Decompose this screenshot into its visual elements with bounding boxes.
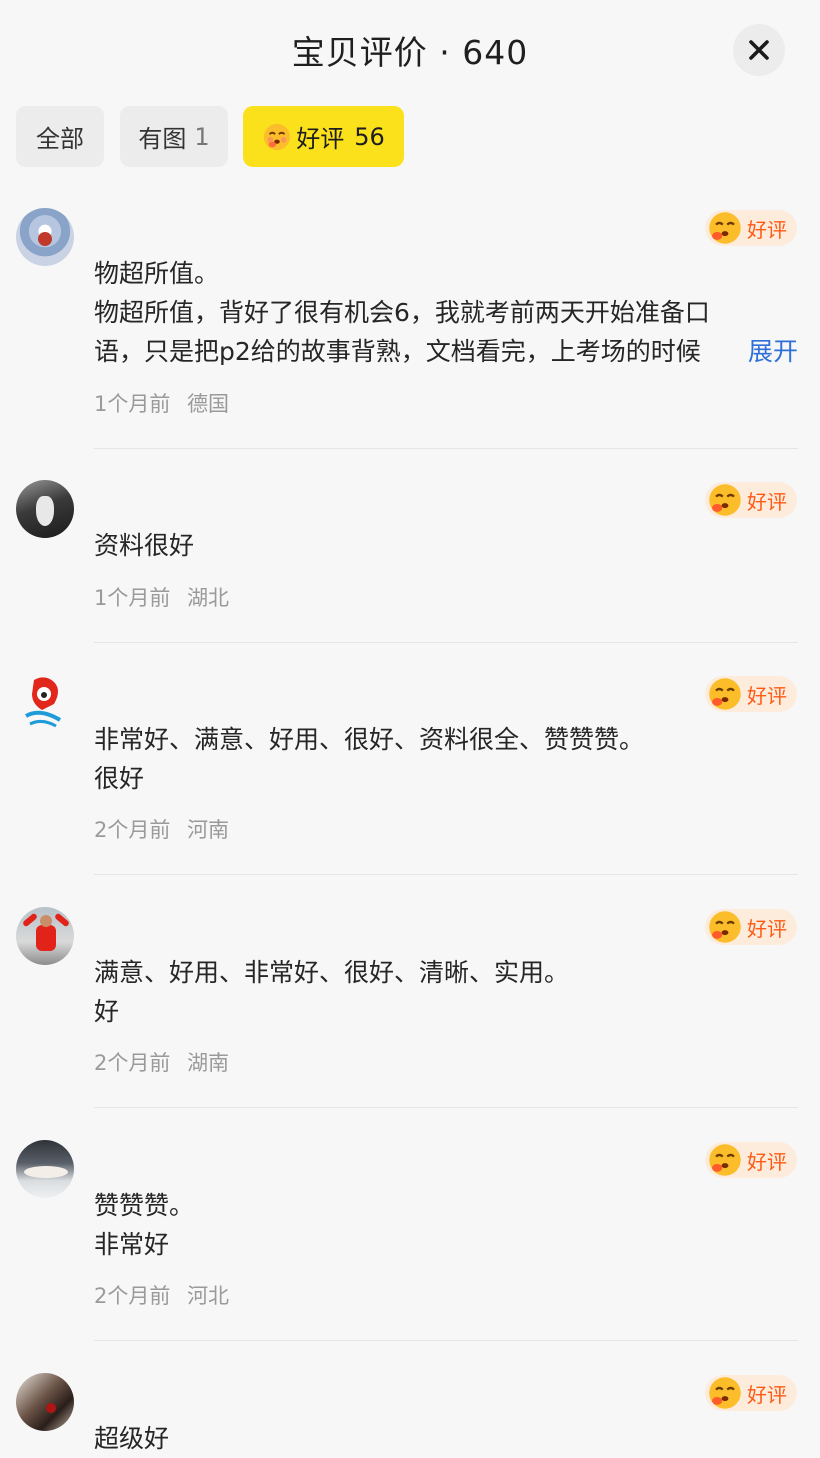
tab-positive[interactable]: 好评 56 <box>243 106 404 167</box>
review-time: 2个月前 <box>94 818 171 842</box>
smiling-face-icon <box>709 1377 741 1409</box>
smiling-face-icon <box>709 911 741 943</box>
review-meta: 2个月前 湖南 <box>94 1047 229 1077</box>
avatar[interactable] <box>16 1373 74 1431</box>
review-line: 资料很好 <box>94 531 195 560</box>
review-line: 物超所值，背好了很有机会6，我就考前两天开始准备口 <box>94 298 710 327</box>
avatar[interactable] <box>16 208 74 266</box>
review-time: 2个月前 <box>94 1051 171 1075</box>
header: 宝贝评价 · 640 <box>0 0 820 96</box>
avatar[interactable] <box>16 480 74 538</box>
review-line: 非常好 <box>94 1230 170 1259</box>
avatar[interactable] <box>16 674 74 732</box>
review-line: 超级好 <box>94 1424 170 1453</box>
review-meta: 2个月前 河北 <box>94 1280 229 1310</box>
expand-link[interactable]: 展开 <box>746 332 798 371</box>
review-location: 河北 <box>187 1284 230 1308</box>
review-item: 好评 物超所值。 物超所值，背好了很有机会6，我就考前两天开始准备口 语，只是把… <box>0 208 820 449</box>
review-line: 好 <box>94 997 120 1026</box>
review-line: 物超所值。 <box>94 259 220 288</box>
review-line: 非常好、满意、好用、很好、资料很全、赞赞赞。 <box>94 725 645 754</box>
positive-badge: 好评 <box>705 1142 797 1178</box>
review-location: 湖北 <box>187 586 230 610</box>
tab-label: 有图 <box>138 125 187 153</box>
review-item: 好评 非常好、满意、好用、很好、资料很全、赞赞赞。 很好 2个月前 河南 <box>0 674 820 875</box>
review-item: 好评 赞赞赞。 非常好 2个月前 河北 <box>0 1140 820 1341</box>
review-line: 很好 <box>94 764 145 793</box>
tab-with-images[interactable]: 有图 1 <box>120 106 228 167</box>
avatar[interactable] <box>16 907 74 965</box>
badge-label: 好评 <box>747 1149 787 1174</box>
review-meta: 1个月前 德国 <box>94 388 229 418</box>
tab-all[interactable]: 全部 <box>16 106 104 167</box>
badge-label: 好评 <box>747 916 787 941</box>
review-item: 好评 资料很好 1个月前 湖北 <box>0 480 820 643</box>
close-icon <box>749 40 769 60</box>
review-text: 满意、好用、非常好、很好、清晰、实用。 好 <box>94 953 798 1031</box>
review-line: 语，只是把p2给的故事背熟，文档看完，上考场的时候 <box>94 337 701 366</box>
review-item: 好评 超级好 <box>0 1373 820 1458</box>
review-item: 好评 满意、好用、非常好、很好、清晰、实用。 好 2个月前 湖南 <box>0 907 820 1108</box>
divider <box>94 642 798 643</box>
review-time: 1个月前 <box>94 586 171 610</box>
review-location: 德国 <box>187 392 230 416</box>
tab-label: 好评 <box>296 125 345 153</box>
divider <box>94 874 798 875</box>
divider <box>94 448 798 449</box>
positive-badge: 好评 <box>705 482 797 518</box>
review-line: 满意、好用、非常好、很好、清晰、实用。 <box>94 958 570 987</box>
review-text: 资料很好 <box>94 526 798 565</box>
review-text: 赞赞赞。 非常好 <box>94 1186 798 1264</box>
positive-badge: 好评 <box>705 676 797 712</box>
smiling-face-icon <box>709 212 741 244</box>
mascot-icon <box>25 677 62 728</box>
divider <box>94 1340 798 1341</box>
positive-badge: 好评 <box>705 1375 797 1411</box>
smiling-face-icon <box>709 678 741 710</box>
positive-badge: 好评 <box>705 909 797 945</box>
avatar[interactable] <box>16 1140 74 1198</box>
review-text: 物超所值。 物超所值，背好了很有机会6，我就考前两天开始准备口 语，只是把p2给… <box>94 254 798 371</box>
review-time: 2个月前 <box>94 1284 171 1308</box>
review-time: 1个月前 <box>94 392 171 416</box>
badge-label: 好评 <box>747 683 787 708</box>
smiling-face-icon <box>709 484 741 516</box>
badge-label: 好评 <box>747 217 787 242</box>
tab-label: 全部 <box>36 125 84 153</box>
tab-count: 1 <box>194 122 210 151</box>
review-meta: 2个月前 河南 <box>94 814 229 844</box>
review-location: 湖南 <box>187 1051 230 1075</box>
smiling-face-icon <box>264 123 291 150</box>
tab-count: 56 <box>354 122 385 151</box>
positive-badge: 好评 <box>705 210 797 246</box>
divider <box>94 1107 798 1108</box>
close-button[interactable] <box>733 24 785 76</box>
badge-label: 好评 <box>747 1382 787 1407</box>
review-text: 超级好 <box>94 1419 798 1458</box>
badge-label: 好评 <box>747 489 787 514</box>
review-location: 河南 <box>187 818 230 842</box>
review-meta: 1个月前 湖北 <box>94 582 229 612</box>
page-title: 宝贝评价 · 640 <box>291 33 529 72</box>
review-text: 非常好、满意、好用、很好、资料很全、赞赞赞。 很好 <box>94 720 798 798</box>
smiling-face-icon <box>709 1144 741 1176</box>
review-line: 赞赞赞。 <box>94 1191 195 1220</box>
